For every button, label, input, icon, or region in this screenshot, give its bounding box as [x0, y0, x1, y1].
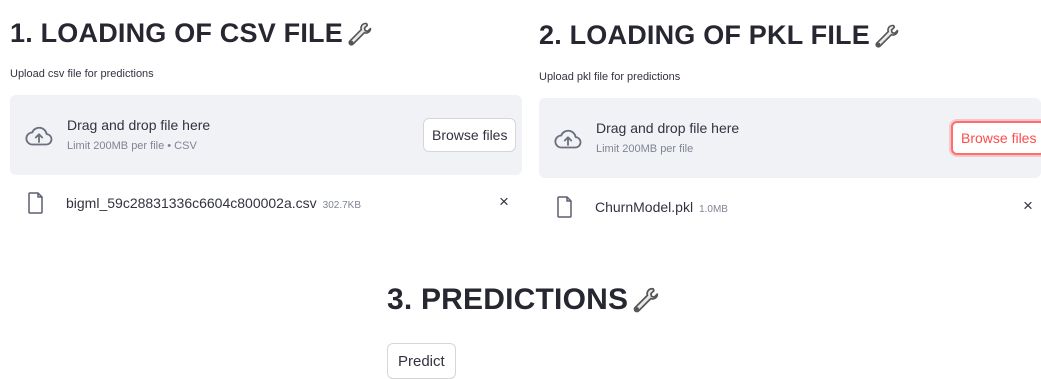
pkl-uploaded-file-row: ChurnModel.pkl 1.0MB × — [539, 196, 1041, 220]
cloud-upload-icon — [25, 126, 53, 146]
pkl-heading: 2. LOADING OF PKL FILE — [539, 20, 900, 51]
pkl-dropzone[interactable]: Drag and drop file here Limit 200MB per … — [539, 98, 1041, 178]
csv-file-name: bigml_59c28831336c6604c800002a.csv 302.7K… — [66, 195, 361, 211]
file-icon — [28, 192, 43, 214]
wrench-icon — [348, 22, 372, 46]
pkl-uploader-label: Upload pkl file for predictions — [539, 71, 681, 83]
predictions-section: 3. PREDICTIONS — [387, 283, 660, 317]
wrench-icon — [875, 24, 899, 48]
pkl-file-name-text: ChurnModel.pkl — [595, 199, 694, 215]
csv-dropzone[interactable]: Drag and drop file here Limit 200MB per … — [10, 95, 522, 175]
predict-button[interactable]: Predict — [387, 343, 456, 379]
csv-dropzone-limit: Limit 200MB per file • CSV — [67, 140, 197, 152]
cloud-upload-icon — [554, 129, 582, 149]
pkl-file-name: ChurnModel.pkl 1.0MB — [595, 199, 728, 215]
pkl-file-size: 1.0MB — [699, 204, 728, 215]
pkl-dropzone-title: Drag and drop file here — [596, 120, 740, 136]
csv-remove-file-button[interactable]: × — [495, 192, 513, 212]
csv-file-name-text: bigml_59c28831336c6604c800002a.csv — [66, 195, 317, 211]
csv-heading-text: 1. LOADING OF CSV FILE — [10, 18, 343, 48]
csv-dropzone-title: Drag and drop file here — [67, 117, 211, 133]
csv-file-size: 302.7KB — [322, 200, 362, 211]
pkl-heading-text: 2. LOADING OF PKL FILE — [539, 20, 870, 50]
wrench-icon — [633, 287, 659, 313]
file-icon — [557, 196, 572, 218]
predictions-heading: 3. PREDICTIONS — [387, 283, 660, 317]
csv-heading: 1. LOADING OF CSV FILE — [10, 18, 373, 49]
csv-uploader-label: Upload csv file for predictions — [10, 68, 154, 80]
csv-browse-files-button[interactable]: Browse files — [423, 118, 517, 152]
app-page: 1. LOADING OF CSV FILE Upload csv file f… — [0, 0, 1041, 379]
pkl-browse-files-button[interactable]: Browse files — [951, 121, 1041, 155]
predictions-heading-text: 3. PREDICTIONS — [387, 283, 629, 316]
pkl-dropzone-limit: Limit 200MB per file — [596, 143, 694, 155]
pkl-remove-file-button[interactable]: × — [1019, 196, 1037, 216]
csv-uploaded-file-row: bigml_59c28831336c6604c800002a.csv 302.7K… — [10, 192, 522, 216]
